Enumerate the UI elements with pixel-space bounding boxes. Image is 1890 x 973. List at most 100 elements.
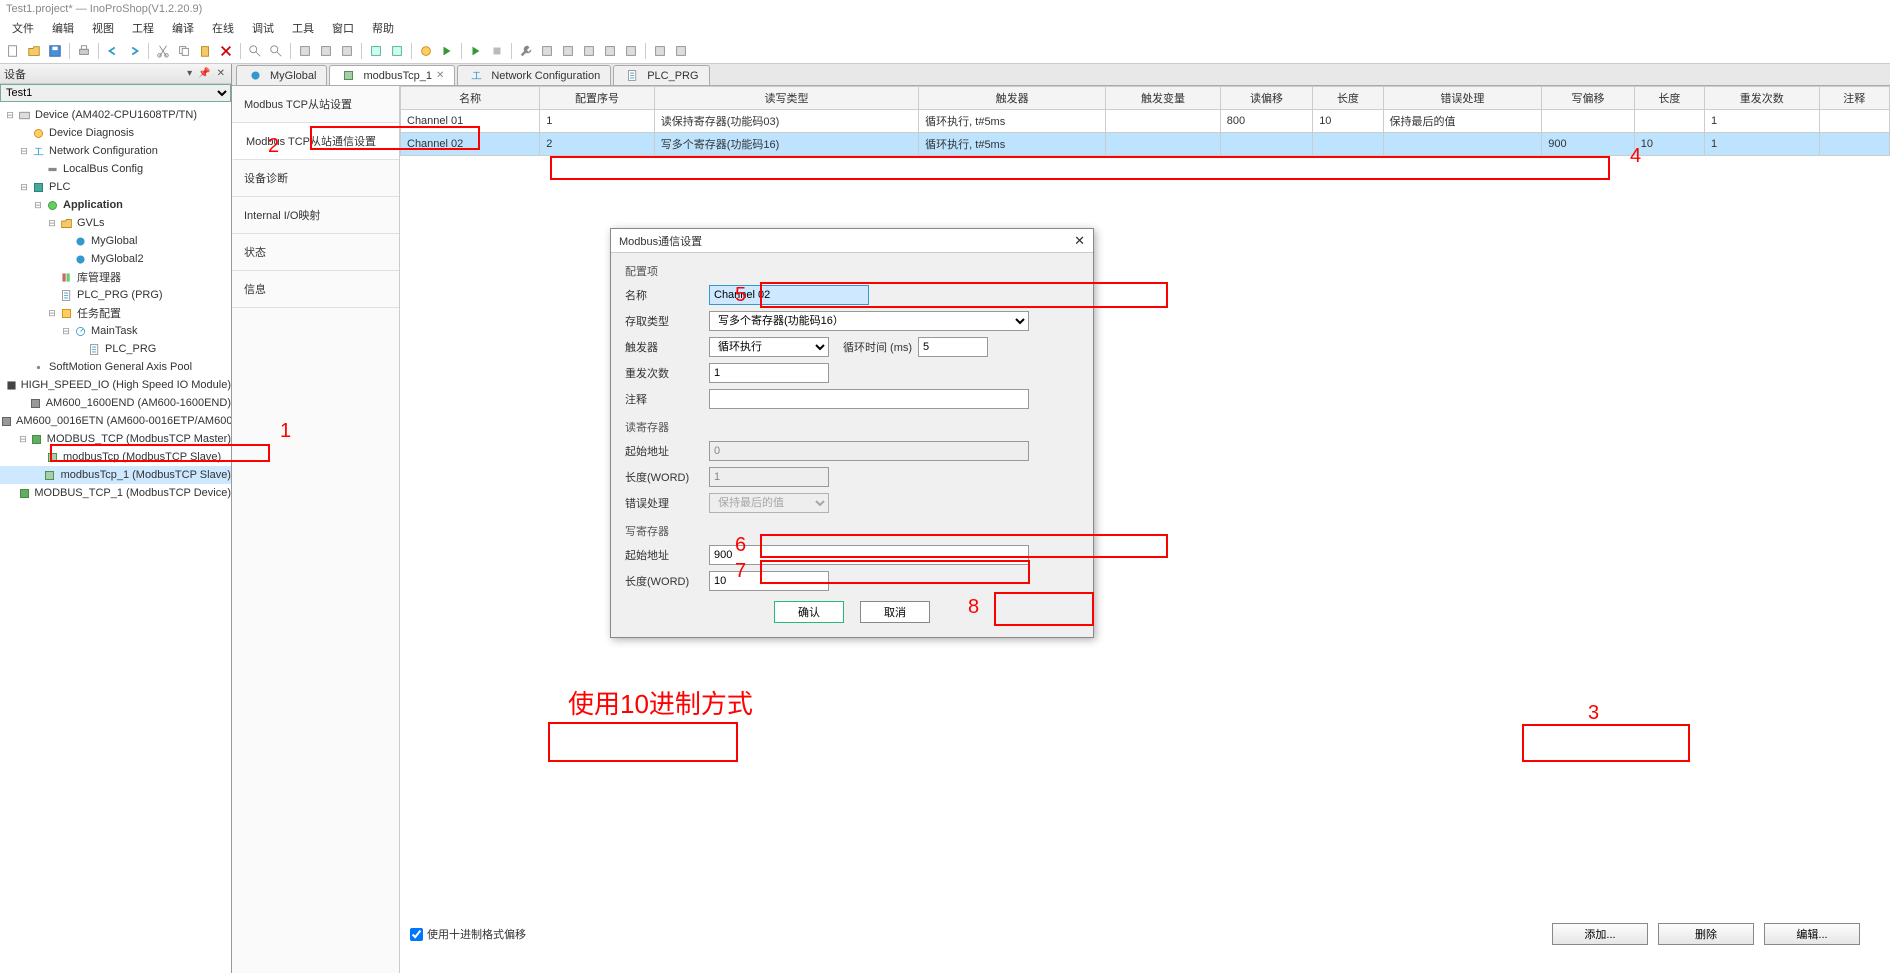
redo-icon[interactable] xyxy=(125,42,143,60)
menu-help[interactable]: 帮助 xyxy=(364,18,402,38)
table-row[interactable]: Channel 022写多个寄存器(功能码16)循环执行, t#5ms90010… xyxy=(401,133,1890,156)
tree-item[interactable]: HIGH_SPEED_IO (High Speed IO Module) xyxy=(0,376,231,394)
editor-tab[interactable]: modbusTcp_1✕ xyxy=(329,65,455,85)
panel-pin-icon[interactable]: 📌 xyxy=(196,68,212,79)
open-icon[interactable] xyxy=(25,42,43,60)
tree-item[interactable]: ⊟PLC xyxy=(0,178,231,196)
tb-icon[interactable] xyxy=(296,42,314,60)
device-tree[interactable]: ⊟Device (AM402-CPU1608TP/TN)Device Diagn… xyxy=(0,104,231,504)
decimal-offset-checkbox[interactable] xyxy=(410,928,423,941)
new-icon[interactable] xyxy=(4,42,22,60)
editor-tab[interactable]: Network Configuration xyxy=(457,65,611,85)
menu-file[interactable]: 文件 xyxy=(4,18,42,38)
column-header[interactable]: 名称 xyxy=(401,87,540,110)
side-nav-item[interactable]: Modbus TCP从站通信设置 xyxy=(232,123,399,160)
menu-project[interactable]: 工程 xyxy=(124,18,162,38)
column-header[interactable]: 写偏移 xyxy=(1542,87,1634,110)
menu-debug[interactable]: 调试 xyxy=(244,18,282,38)
menu-edit[interactable]: 编辑 xyxy=(44,18,82,38)
ok-button[interactable]: 确认 xyxy=(774,601,844,623)
column-header[interactable]: 重发次数 xyxy=(1705,87,1820,110)
column-header[interactable]: 读偏移 xyxy=(1220,87,1312,110)
write-start-input[interactable] xyxy=(709,545,1029,565)
tb-icon[interactable] xyxy=(672,42,690,60)
comment-input[interactable] xyxy=(709,389,1029,409)
menu-window[interactable]: 窗口 xyxy=(324,18,362,38)
tree-item[interactable]: AM600_0016ETN (AM600-0016ETP/AM600-001 xyxy=(0,412,231,430)
column-header[interactable]: 注释 xyxy=(1819,87,1889,110)
tree-item[interactable]: PLC_PRG (PRG) xyxy=(0,286,231,304)
cancel-button[interactable]: 取消 xyxy=(860,601,930,623)
side-nav-item[interactable]: 信息 xyxy=(232,271,399,308)
delete-icon[interactable] xyxy=(217,42,235,60)
access-type-select[interactable]: 写多个寄存器(功能码16） xyxy=(709,311,1029,331)
tree-item[interactable]: SoftMotion General Axis Pool xyxy=(0,358,231,376)
cycle-time-input[interactable] xyxy=(918,337,988,357)
tb-icon[interactable] xyxy=(417,42,435,60)
tb-icon[interactable] xyxy=(601,42,619,60)
column-header[interactable]: 长度 xyxy=(1313,87,1383,110)
menu-tools[interactable]: 工具 xyxy=(284,18,322,38)
write-len-input[interactable] xyxy=(709,571,829,591)
tab-close-icon[interactable]: ✕ xyxy=(436,70,444,81)
tb-icon[interactable] xyxy=(317,42,335,60)
edit-button[interactable]: 编辑... xyxy=(1764,923,1860,945)
tree-item[interactable]: MyGlobal xyxy=(0,232,231,250)
column-header[interactable]: 触发变量 xyxy=(1106,87,1221,110)
tree-item[interactable]: MODBUS_TCP_1 (ModbusTCP Device) xyxy=(0,484,231,502)
tb-icon[interactable] xyxy=(538,42,556,60)
tree-item[interactable]: ⊟Network Configuration xyxy=(0,142,231,160)
menu-build[interactable]: 编译 xyxy=(164,18,202,38)
tree-item[interactable]: ⊟MODBUS_TCP (ModbusTCP Master) xyxy=(0,430,231,448)
column-header[interactable]: 错误处理 xyxy=(1383,87,1542,110)
stop-icon[interactable] xyxy=(488,42,506,60)
tb-icon[interactable] xyxy=(338,42,356,60)
side-nav-item[interactable]: 设备诊断 xyxy=(232,160,399,197)
tree-item[interactable]: ⊟Device (AM402-CPU1608TP/TN) xyxy=(0,106,231,124)
cut-icon[interactable] xyxy=(154,42,172,60)
tree-item[interactable]: AM600_1600END (AM600-1600END) xyxy=(0,394,231,412)
side-nav-item[interactable]: Modbus TCP从站设置 xyxy=(232,86,399,123)
column-header[interactable]: 长度 xyxy=(1634,87,1704,110)
dialog-close-icon[interactable]: ✕ xyxy=(1074,233,1085,249)
tree-item[interactable]: PLC_PRG xyxy=(0,340,231,358)
side-nav-item[interactable]: 状态 xyxy=(232,234,399,271)
editor-tab[interactable]: MyGlobal xyxy=(236,65,327,85)
tree-item[interactable]: ⊟MainTask xyxy=(0,322,231,340)
column-header[interactable]: 配置序号 xyxy=(540,87,655,110)
tree-item[interactable]: MyGlobal2 xyxy=(0,250,231,268)
tb-icon[interactable] xyxy=(622,42,640,60)
tree-item[interactable]: ⊟GVLs xyxy=(0,214,231,232)
find-icon[interactable] xyxy=(246,42,264,60)
tb-icon[interactable] xyxy=(651,42,669,60)
tree-item[interactable]: modbusTcp (ModbusTCP Slave) xyxy=(0,448,231,466)
panel-pin-icon[interactable]: ▾ xyxy=(185,68,194,79)
find-next-icon[interactable] xyxy=(267,42,285,60)
delete-button[interactable]: 删除 xyxy=(1658,923,1754,945)
tree-item[interactable]: LocalBus Config xyxy=(0,160,231,178)
side-nav-item[interactable]: Internal I/O映射 xyxy=(232,197,399,234)
tree-item[interactable]: 库管理器 xyxy=(0,268,231,286)
login-icon[interactable] xyxy=(467,42,485,60)
tb-icon[interactable] xyxy=(438,42,456,60)
tree-item[interactable]: modbusTcp_1 (ModbusTCP Slave) xyxy=(0,466,231,484)
print-icon[interactable] xyxy=(75,42,93,60)
tb-icon[interactable] xyxy=(580,42,598,60)
menu-view[interactable]: 视图 xyxy=(84,18,122,38)
add-button[interactable]: 添加... xyxy=(1552,923,1648,945)
save-icon[interactable] xyxy=(46,42,64,60)
panel-close-icon[interactable]: ✕ xyxy=(215,68,227,79)
retry-input[interactable] xyxy=(709,363,829,383)
project-selector[interactable]: Test1 xyxy=(0,84,231,102)
tb-icon[interactable] xyxy=(388,42,406,60)
tree-item[interactable]: Device Diagnosis xyxy=(0,124,231,142)
tb-icon[interactable] xyxy=(367,42,385,60)
tree-item[interactable]: ⊟任务配置 xyxy=(0,304,231,322)
copy-icon[interactable] xyxy=(175,42,193,60)
channel-name-input[interactable] xyxy=(709,285,869,305)
menu-online[interactable]: 在线 xyxy=(204,18,242,38)
column-header[interactable]: 触发器 xyxy=(919,87,1106,110)
trigger-select[interactable]: 循环执行 xyxy=(709,337,829,357)
tb-icon[interactable] xyxy=(559,42,577,60)
paste-icon[interactable] xyxy=(196,42,214,60)
